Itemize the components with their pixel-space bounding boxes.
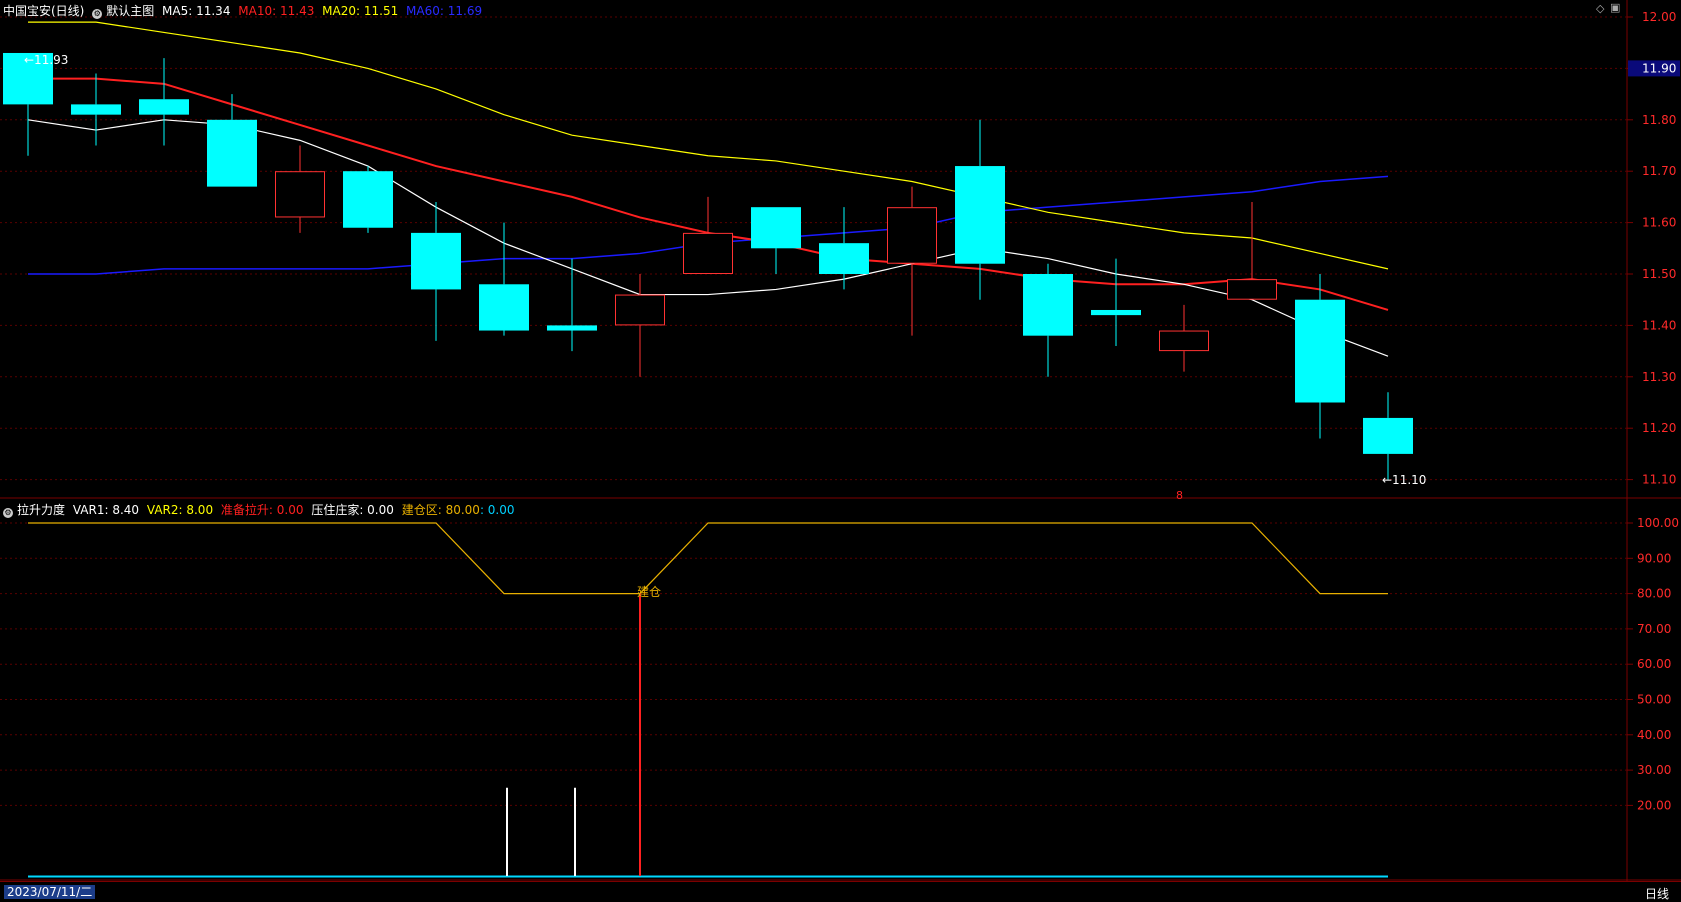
candle bbox=[71, 73, 121, 146]
candle-body bbox=[1363, 417, 1413, 454]
candle-body bbox=[1159, 330, 1209, 352]
ma5-label: MA5: 11.34 bbox=[162, 4, 231, 18]
candle-body bbox=[683, 232, 733, 275]
candle-body bbox=[139, 99, 189, 115]
var1-label: VAR1: 8.40 bbox=[72, 503, 140, 517]
price-tick-label: 11.30 bbox=[1642, 370, 1676, 384]
price-tick-label: 11.40 bbox=[1642, 318, 1676, 332]
build-label: 建仓区: 80.00 bbox=[401, 503, 480, 517]
press-label: 压住庄家: 0.00 bbox=[311, 503, 394, 517]
candle-body bbox=[343, 171, 393, 228]
diamond-icon[interactable]: ◇ bbox=[1596, 2, 1604, 15]
candle-body bbox=[547, 325, 597, 331]
build-value2: : 0.00 bbox=[479, 503, 515, 517]
price-tick-label: 11.60 bbox=[1642, 216, 1676, 230]
date-cursor[interactable]: 2023/07/11/二 bbox=[4, 885, 96, 899]
candle bbox=[479, 222, 529, 336]
candle-body bbox=[1295, 299, 1345, 403]
var2-label: VAR2: 8.00 bbox=[146, 503, 214, 517]
candle bbox=[1159, 304, 1209, 372]
ma60-label: MA60: 11.69 bbox=[406, 4, 483, 18]
period-label[interactable]: 日线 bbox=[1645, 885, 1669, 902]
price-tick-label: 11.20 bbox=[1642, 421, 1676, 435]
candle bbox=[547, 258, 597, 352]
price-tick-label: 11.90 bbox=[1642, 61, 1676, 75]
price-tick-label: 12.00 bbox=[1642, 10, 1676, 24]
candle bbox=[887, 186, 937, 336]
sub-tick-label: 80.00 bbox=[1637, 587, 1671, 601]
price-tick-label: 11.10 bbox=[1642, 473, 1676, 487]
price-axis: 12.00 11.90 11.80 11.70 11.60 11.50 11.40 11.30… bbox=[1627, 10, 1680, 487]
candle bbox=[955, 119, 1005, 300]
candle-body bbox=[207, 119, 257, 187]
candle-body bbox=[71, 104, 121, 115]
high-price-label: ←11.93 bbox=[24, 53, 68, 67]
main-header: 中国宝安(日线) ⚙ 默认主图 MA5: 11.34 MA10: 11.43 MA… bbox=[3, 2, 486, 19]
candle bbox=[1227, 202, 1277, 300]
candle-body bbox=[411, 232, 461, 290]
sub-tick-label: 90.00 bbox=[1637, 551, 1671, 565]
sub-tick-label: 20.00 bbox=[1637, 798, 1671, 812]
price-tick-label: 11.80 bbox=[1642, 113, 1676, 127]
candle bbox=[207, 94, 257, 187]
candle-body bbox=[1023, 274, 1073, 336]
candle bbox=[275, 145, 325, 233]
candle-body bbox=[479, 284, 529, 331]
candle bbox=[615, 274, 665, 377]
candle bbox=[819, 207, 869, 290]
candle-body bbox=[1227, 279, 1277, 300]
sub-grid bbox=[0, 522, 1627, 806]
candle bbox=[1295, 274, 1345, 439]
candle-body bbox=[1091, 309, 1141, 316]
symbol-title[interactable]: 中国宝安(日线) bbox=[3, 4, 84, 18]
price-tick-label: 11.50 bbox=[1642, 267, 1676, 281]
candle bbox=[683, 196, 733, 275]
candle bbox=[751, 207, 801, 274]
ma10-label: MA10: 11.43 bbox=[238, 4, 315, 18]
sub-tick-label: 70.00 bbox=[1637, 622, 1671, 636]
candle-body bbox=[819, 243, 869, 274]
settings-icon[interactable]: ⚙ bbox=[92, 9, 103, 19]
build-text-label: 建仓 bbox=[637, 585, 661, 599]
settings-icon[interactable]: ⚙ bbox=[3, 508, 13, 518]
candle-body bbox=[887, 207, 937, 264]
candle-body bbox=[751, 207, 801, 249]
ready-label: 准备拉升: 0.00 bbox=[220, 503, 304, 517]
candle bbox=[1363, 392, 1413, 480]
candle bbox=[3, 52, 53, 156]
ma20-label: MA20: 11.51 bbox=[322, 4, 399, 18]
indicator-name[interactable]: 拉升力度 bbox=[17, 503, 65, 517]
expand-icon[interactable]: ▣ bbox=[1610, 1, 1620, 14]
sub-header: ⚙ 拉升力度 VAR1: 8.40 VAR2: 8.00 准备拉升: 0.00 压… bbox=[3, 501, 519, 518]
candle bbox=[411, 202, 461, 341]
candle bbox=[139, 58, 189, 146]
sub-tick-label: 60.00 bbox=[1637, 657, 1671, 671]
template-name[interactable]: 默认主图 bbox=[106, 4, 154, 18]
sub-tick-label: 100.00 bbox=[1637, 516, 1679, 530]
candle bbox=[1023, 263, 1073, 377]
candle bbox=[343, 166, 393, 233]
price-tick-label: 11.70 bbox=[1642, 164, 1676, 178]
chart-canvas[interactable]: 12.00 11.90 11.80 11.70 11.60 11.50 11.40 11.30… bbox=[0, 0, 1681, 901]
candle bbox=[1091, 258, 1141, 346]
candlesticks[interactable] bbox=[3, 52, 1413, 480]
candle-body bbox=[275, 171, 325, 218]
marker-main: 8 bbox=[1176, 489, 1183, 502]
low-price-label: ←11.10 bbox=[1382, 473, 1426, 487]
candle-body bbox=[615, 294, 665, 326]
sub-tick-label: 50.00 bbox=[1637, 693, 1671, 707]
sub-tick-label: 30.00 bbox=[1637, 763, 1671, 777]
main-grid bbox=[0, 16, 1627, 481]
sub-axis: 100.00 90.00 80.00 70.00 60.00 50.00 40.00 30.0… bbox=[1627, 516, 1679, 812]
sub-tick-label: 40.00 bbox=[1637, 728, 1671, 742]
candle-body bbox=[955, 166, 1005, 264]
bottom-bar: 2023/07/11/二 日线 bbox=[0, 881, 1681, 902]
